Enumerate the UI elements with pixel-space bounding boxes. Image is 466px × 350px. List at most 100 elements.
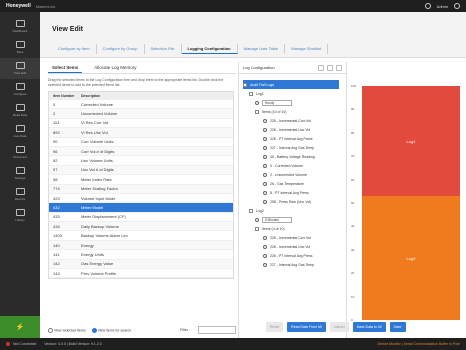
tree-toolbar <box>318 64 346 71</box>
collapse-icon[interactable] <box>249 208 253 213</box>
cancel-button[interactable]: Cancel <box>329 322 349 332</box>
table-row[interactable]: 423 Volume Input Mode <box>49 194 233 204</box>
tree-log-item[interactable]: 225 - Incremental Corr Vol <box>243 116 339 125</box>
table-row[interactable]: 141 Energy Units <box>49 250 233 260</box>
collapse-icon[interactable] <box>249 91 253 96</box>
log1-memory-block[interactable]: Log1 <box>362 86 460 196</box>
tree-log-item[interactable]: 226 - PT Interval Avg Press <box>243 251 339 260</box>
sidebar-item-library[interactable]: Library <box>0 205 40 226</box>
sidebar-item-live-data[interactable]: Live Data <box>0 121 40 142</box>
interval-select[interactable]: Hourly <box>262 99 292 106</box>
table-row[interactable]: 0 Corrected Volume <box>49 100 233 110</box>
reports-icon <box>15 188 25 195</box>
scale-tick-label: 70 <box>351 154 355 159</box>
tree-log1-items[interactable]: Items (10 of 10) <box>243 107 339 116</box>
clock-icon <box>255 100 259 105</box>
tab-manage-shortlist[interactable]: Manage Shortlist <box>285 44 329 54</box>
radio-icon <box>91 327 97 333</box>
table-row[interactable]: 1403 Backup Volume Alarm Lim <box>49 231 233 241</box>
subtab-allocate-log-memory[interactable]: Allocate Log Memory <box>90 63 140 72</box>
table-row[interactable]: 143 Prev Volume Profile <box>49 269 233 279</box>
connect-button[interactable]: ⚡ <box>0 316 40 338</box>
help-icon[interactable] <box>424 3 431 9</box>
window-close-icon[interactable] <box>454 3 460 9</box>
table-row[interactable]: 434 Daily Backup Volume <box>49 222 233 232</box>
tab-configure-by-group[interactable]: Configure by Group <box>97 44 145 54</box>
description-cell: Meter Model <box>81 204 104 210</box>
move-up-icon[interactable] <box>318 64 324 71</box>
settings-icon <box>15 167 25 174</box>
log-item-icon <box>263 235 267 240</box>
user-menu[interactable]: Admin <box>437 4 448 9</box>
subtab-select-items[interactable]: Select Items <box>48 63 83 73</box>
column-item-number[interactable]: Item Number <box>49 94 81 98</box>
tree-log-item[interactable]: 225 - Incremental Corr Vol <box>243 233 339 242</box>
description-cell: Prev Volume Profile <box>81 270 117 276</box>
radio-view-search[interactable]: View items for search <box>91 327 131 333</box>
reset-button[interactable]: Reset <box>266 322 284 332</box>
interval-select[interactable]: 5 Minutes <box>262 216 292 223</box>
tree-log-item[interactable]: 0 - Corrected Volume <box>243 161 339 170</box>
column-description[interactable]: Description <box>81 94 233 98</box>
tree-log-item[interactable]: 227 - Interval Avg Gas Temp <box>243 143 339 152</box>
table-row[interactable]: 774 Meter Scaling Factor <box>49 184 233 194</box>
collapse-icon[interactable] <box>255 109 259 114</box>
delete-icon[interactable] <box>336 64 342 71</box>
table-row[interactable]: 92 Unc Volume Units <box>49 156 233 166</box>
sidebar-item-view-edit[interactable]: View Edit <box>0 58 40 79</box>
tree-log-item[interactable]: 226 - PT Interval Avg Press <box>243 134 339 143</box>
table-row[interactable]: 142 Gas Energy Value <box>49 259 233 270</box>
tree-root[interactable]: Audit Trail Logs <box>243 80 339 89</box>
table-row[interactable]: 98 Meter Index Rate <box>49 175 233 185</box>
tree-log2[interactable]: Log2 <box>243 206 339 215</box>
tree-log2-interval: 5 Minutes <box>243 215 339 224</box>
table-row[interactable]: 90 Corr Volume Units <box>49 138 233 147</box>
table-row[interactable]: 892 Vi Res Unc Vol <box>49 128 233 138</box>
tree-log-item[interactable]: 226 - Incremental Unc Vol <box>243 242 339 251</box>
sidebar-item-dashboard[interactable]: Dashboard <box>0 16 40 37</box>
table-row[interactable]: 96 Corr Vol # of Digits <box>49 146 233 157</box>
item-number-cell: 774 <box>53 186 60 192</box>
save-to-instrument-button[interactable]: Save Data to Mi <box>352 322 386 332</box>
tab-logging-configuration[interactable]: Logging Configuration <box>181 44 238 54</box>
scale-tick-label: 40 <box>351 224 355 229</box>
tree-log-item[interactable]: 2 - Uncorrected Volume <box>243 170 339 179</box>
table-row[interactable]: 140 Energy <box>49 240 233 251</box>
log-tree: Audit Trail Logs Log1 Hourly Items (10 o… <box>243 80 339 269</box>
sidebar-item-instrument[interactable]: Instrument <box>0 142 40 163</box>
tree-log-item[interactable]: 226 - Incremental Unc Vol <box>243 125 339 134</box>
read-from-instrument-button[interactable]: Read Data From Mi <box>287 322 326 332</box>
move-down-icon[interactable] <box>327 64 333 71</box>
collapse-icon[interactable] <box>243 82 247 87</box>
sidebar-item-settings[interactable]: Settings <box>0 163 40 184</box>
collapse-icon[interactable] <box>255 226 259 231</box>
sidebar-item-configure[interactable]: Configure <box>0 79 40 100</box>
log2-memory-block[interactable]: Log2 <box>362 196 460 320</box>
tree-log-item[interactable]: 26 - Gas Temperature <box>243 179 339 188</box>
tab-manage-user-table[interactable]: Manage User Table <box>238 44 286 54</box>
tab-configure-by-item[interactable]: Configure by Item <box>52 44 97 54</box>
sidebar-item-read-data[interactable]: Read Data <box>0 100 40 121</box>
tree-log-item[interactable]: 8 - PT Interval Avg Press <box>243 188 339 197</box>
sidebar-item-reports[interactable]: Reports <box>0 184 40 205</box>
tree-log-item[interactable]: 227 - Interval Avg Gas Temp <box>243 260 339 269</box>
filter-input[interactable] <box>198 326 236 334</box>
save-button[interactable]: Save <box>389 322 406 332</box>
radio-view-selected[interactable]: View Selected Items <box>48 327 86 333</box>
log-item-icon <box>263 190 267 195</box>
table-row[interactable]: 113 Vi Res Corr Vol <box>49 119 233 129</box>
table-row[interactable]: 2 Uncorrected Volume <box>49 109 233 119</box>
table-row[interactable]: 433 Meter Displacement (CF) <box>49 213 233 223</box>
tree-log2-items[interactable]: Items (4 of 10) <box>243 224 339 233</box>
tree-log-item[interactable]: 258 - Press Raw (Unc Vol) <box>243 197 339 206</box>
sidebar-item-sites[interactable]: Sites <box>0 37 40 58</box>
tree-log-item[interactable]: 45 - Battery Voltage Reading <box>243 152 339 161</box>
table-row[interactable]: 432 Meter Model <box>49 203 233 213</box>
tab-selection-file[interactable]: Selection File <box>145 44 182 54</box>
tree-log1[interactable]: Log1 <box>243 89 339 98</box>
table-header: Item Number Description <box>49 92 233 100</box>
table-row[interactable]: 97 Unc Vol # of Digits <box>49 165 233 176</box>
dashboard-icon <box>15 20 25 27</box>
scale-tick-label: 100 <box>351 84 357 88</box>
log-item-label: 227 - Interval Avg Gas Temp <box>270 145 315 150</box>
